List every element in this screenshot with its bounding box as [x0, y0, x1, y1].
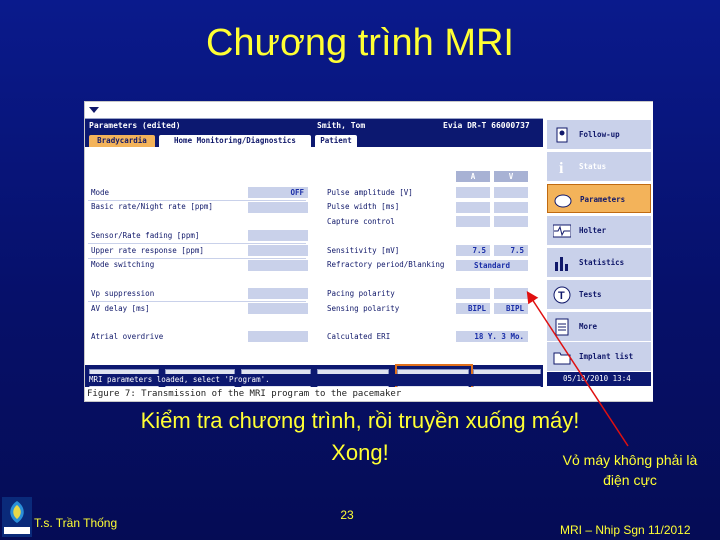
- parameters-window: Parameters (edited) Smith, Tom Evia DR-T…: [85, 119, 543, 397]
- header-device: Evia DR-T 66000737: [443, 121, 530, 130]
- figure-caption: Figure 7: Transmission of the MRI progra…: [85, 387, 543, 401]
- av-delay-value[interactable]: [248, 303, 308, 314]
- field-label: Mode switching: [91, 260, 155, 269]
- pulse-amplitude-v[interactable]: [494, 187, 528, 198]
- nav-label: More: [579, 322, 598, 331]
- sensing-polarity-a[interactable]: BIPL: [456, 303, 490, 314]
- nav-label: Tests: [579, 290, 602, 299]
- header-title: Parameters (edited): [89, 121, 181, 130]
- divider: [88, 258, 306, 259]
- nav-statistics[interactable]: Statistics: [547, 248, 651, 277]
- ohsu-logo-icon: [2, 497, 32, 537]
- field-label: Sensing polarity: [327, 304, 400, 313]
- pacing-polarity-a[interactable]: [456, 288, 490, 299]
- nav-tests[interactable]: T Tests: [547, 280, 651, 309]
- mode-value[interactable]: OFF: [248, 187, 308, 198]
- tab-bar: Bradycardia Home Monitoring/Diagnostics …: [85, 133, 543, 147]
- field-label: Calculated ERI: [327, 332, 391, 341]
- pulse-width-v[interactable]: [494, 202, 528, 213]
- slide-title: Chương trình MRI: [205, 22, 514, 64]
- header-patient: Smith, Tom: [317, 121, 366, 130]
- tab-home-monitoring[interactable]: Home Monitoring/Diagnostics: [159, 135, 311, 147]
- field-label: Pacing polarity: [327, 289, 395, 298]
- capture-control-v[interactable]: [494, 216, 528, 227]
- field-label: Upper rate response [ppm]: [91, 246, 204, 255]
- clock-display: 05/18/2010 13:4: [547, 372, 651, 386]
- field-label: Pulse amplitude [V]: [327, 188, 413, 197]
- status-line: MRI parameters loaded, select 'Program'.: [85, 374, 543, 386]
- tab-patient[interactable]: Patient: [315, 135, 357, 147]
- field-label: Mode: [91, 188, 110, 197]
- nav-holter[interactable]: Holter: [547, 216, 651, 245]
- field-label: Sensor/Rate fading [ppm]: [91, 231, 200, 240]
- sensing-polarity-v[interactable]: BIPL: [494, 303, 528, 314]
- screen-topbar: [85, 102, 543, 119]
- tab-bradycardia[interactable]: Bradycardia: [89, 135, 155, 147]
- nav-label: Holter: [579, 226, 607, 235]
- page-number: 23: [340, 508, 354, 522]
- window-header: Parameters (edited) Smith, Tom Evia DR-T…: [85, 119, 543, 133]
- info-icon: i: [559, 160, 564, 176]
- basic-rate-value[interactable]: [248, 202, 308, 213]
- footer-text: MRI – Nhip Sgn 11/2012: [560, 523, 691, 537]
- svg-text:T: T: [558, 290, 565, 302]
- nav-more[interactable]: More: [547, 312, 651, 341]
- field-label: Pulse width [ms]: [327, 202, 400, 211]
- refractory-value[interactable]: Standard: [456, 260, 528, 271]
- field-label: Sensitivity [mV]: [327, 246, 400, 255]
- instruction-line: Kiểm tra chương trình, rồi truyền xuống …: [140, 408, 580, 433]
- nav-label: Follow-up: [579, 130, 620, 139]
- column-header-a: A: [456, 171, 490, 182]
- bar-chart-icon: [555, 257, 568, 271]
- nav-implant-list[interactable]: Implant list: [547, 342, 651, 371]
- divider: [88, 243, 306, 244]
- capture-control-a[interactable]: [456, 216, 490, 227]
- mode-switching-value[interactable]: [248, 260, 308, 271]
- sensor-rate-value[interactable]: [248, 230, 308, 241]
- document-icon: [555, 318, 569, 336]
- calculated-eri-value: 18 Y. 3 Mo.: [456, 331, 528, 342]
- vp-suppression-value[interactable]: [248, 288, 308, 299]
- field-label: Atrial overdrive: [91, 332, 164, 341]
- svg-text:i: i: [559, 160, 564, 176]
- pulse-amplitude-a[interactable]: [456, 187, 490, 198]
- nav-follow-up[interactable]: Follow-up: [547, 120, 651, 149]
- device-icon: [554, 194, 572, 208]
- nav-status[interactable]: i Status: [547, 152, 651, 181]
- folder-icon: [553, 352, 571, 365]
- nav-label: Statistics: [579, 258, 625, 267]
- upper-rate-value[interactable]: [248, 245, 308, 256]
- nav-label: Parameters: [580, 195, 626, 204]
- parameter-form: A V Mode OFF Basic rate/Night rate [ppm]…: [85, 147, 543, 365]
- pulse-width-a[interactable]: [456, 202, 490, 213]
- field-label: Basic rate/Night rate [ppm]: [91, 202, 213, 211]
- column-header-v: V: [494, 171, 528, 182]
- test-icon: T: [553, 286, 571, 304]
- annotation-note: Vỏ máy không phải là điện cực: [562, 452, 698, 488]
- divider: [88, 200, 306, 201]
- patient-icon: [556, 127, 568, 143]
- field-label: Capture control: [327, 217, 395, 226]
- pacing-polarity-v[interactable]: [494, 288, 528, 299]
- sensitivity-a[interactable]: 7.5: [456, 245, 490, 256]
- right-navigation: Follow-up i Status Parameters Holter Sta…: [545, 102, 653, 401]
- field-label: Refractory period/Blanking: [327, 260, 445, 269]
- sensitivity-v[interactable]: 7.5: [494, 245, 528, 256]
- nav-parameters[interactable]: Parameters: [547, 184, 651, 213]
- nav-label: Status: [579, 162, 607, 171]
- dropdown-arrow-icon[interactable]: [89, 107, 99, 113]
- programmer-screenshot: Parameters (edited) Smith, Tom Evia DR-T…: [84, 101, 653, 402]
- field-label: AV delay [ms]: [91, 304, 150, 313]
- nav-label: Implant list: [579, 352, 634, 361]
- atrial-overdrive-value[interactable]: [248, 331, 308, 342]
- ecg-icon: [553, 224, 571, 238]
- field-label: Vp suppression: [91, 289, 155, 298]
- author-label: T.s. Trần Thống: [34, 516, 118, 530]
- divider: [88, 301, 306, 302]
